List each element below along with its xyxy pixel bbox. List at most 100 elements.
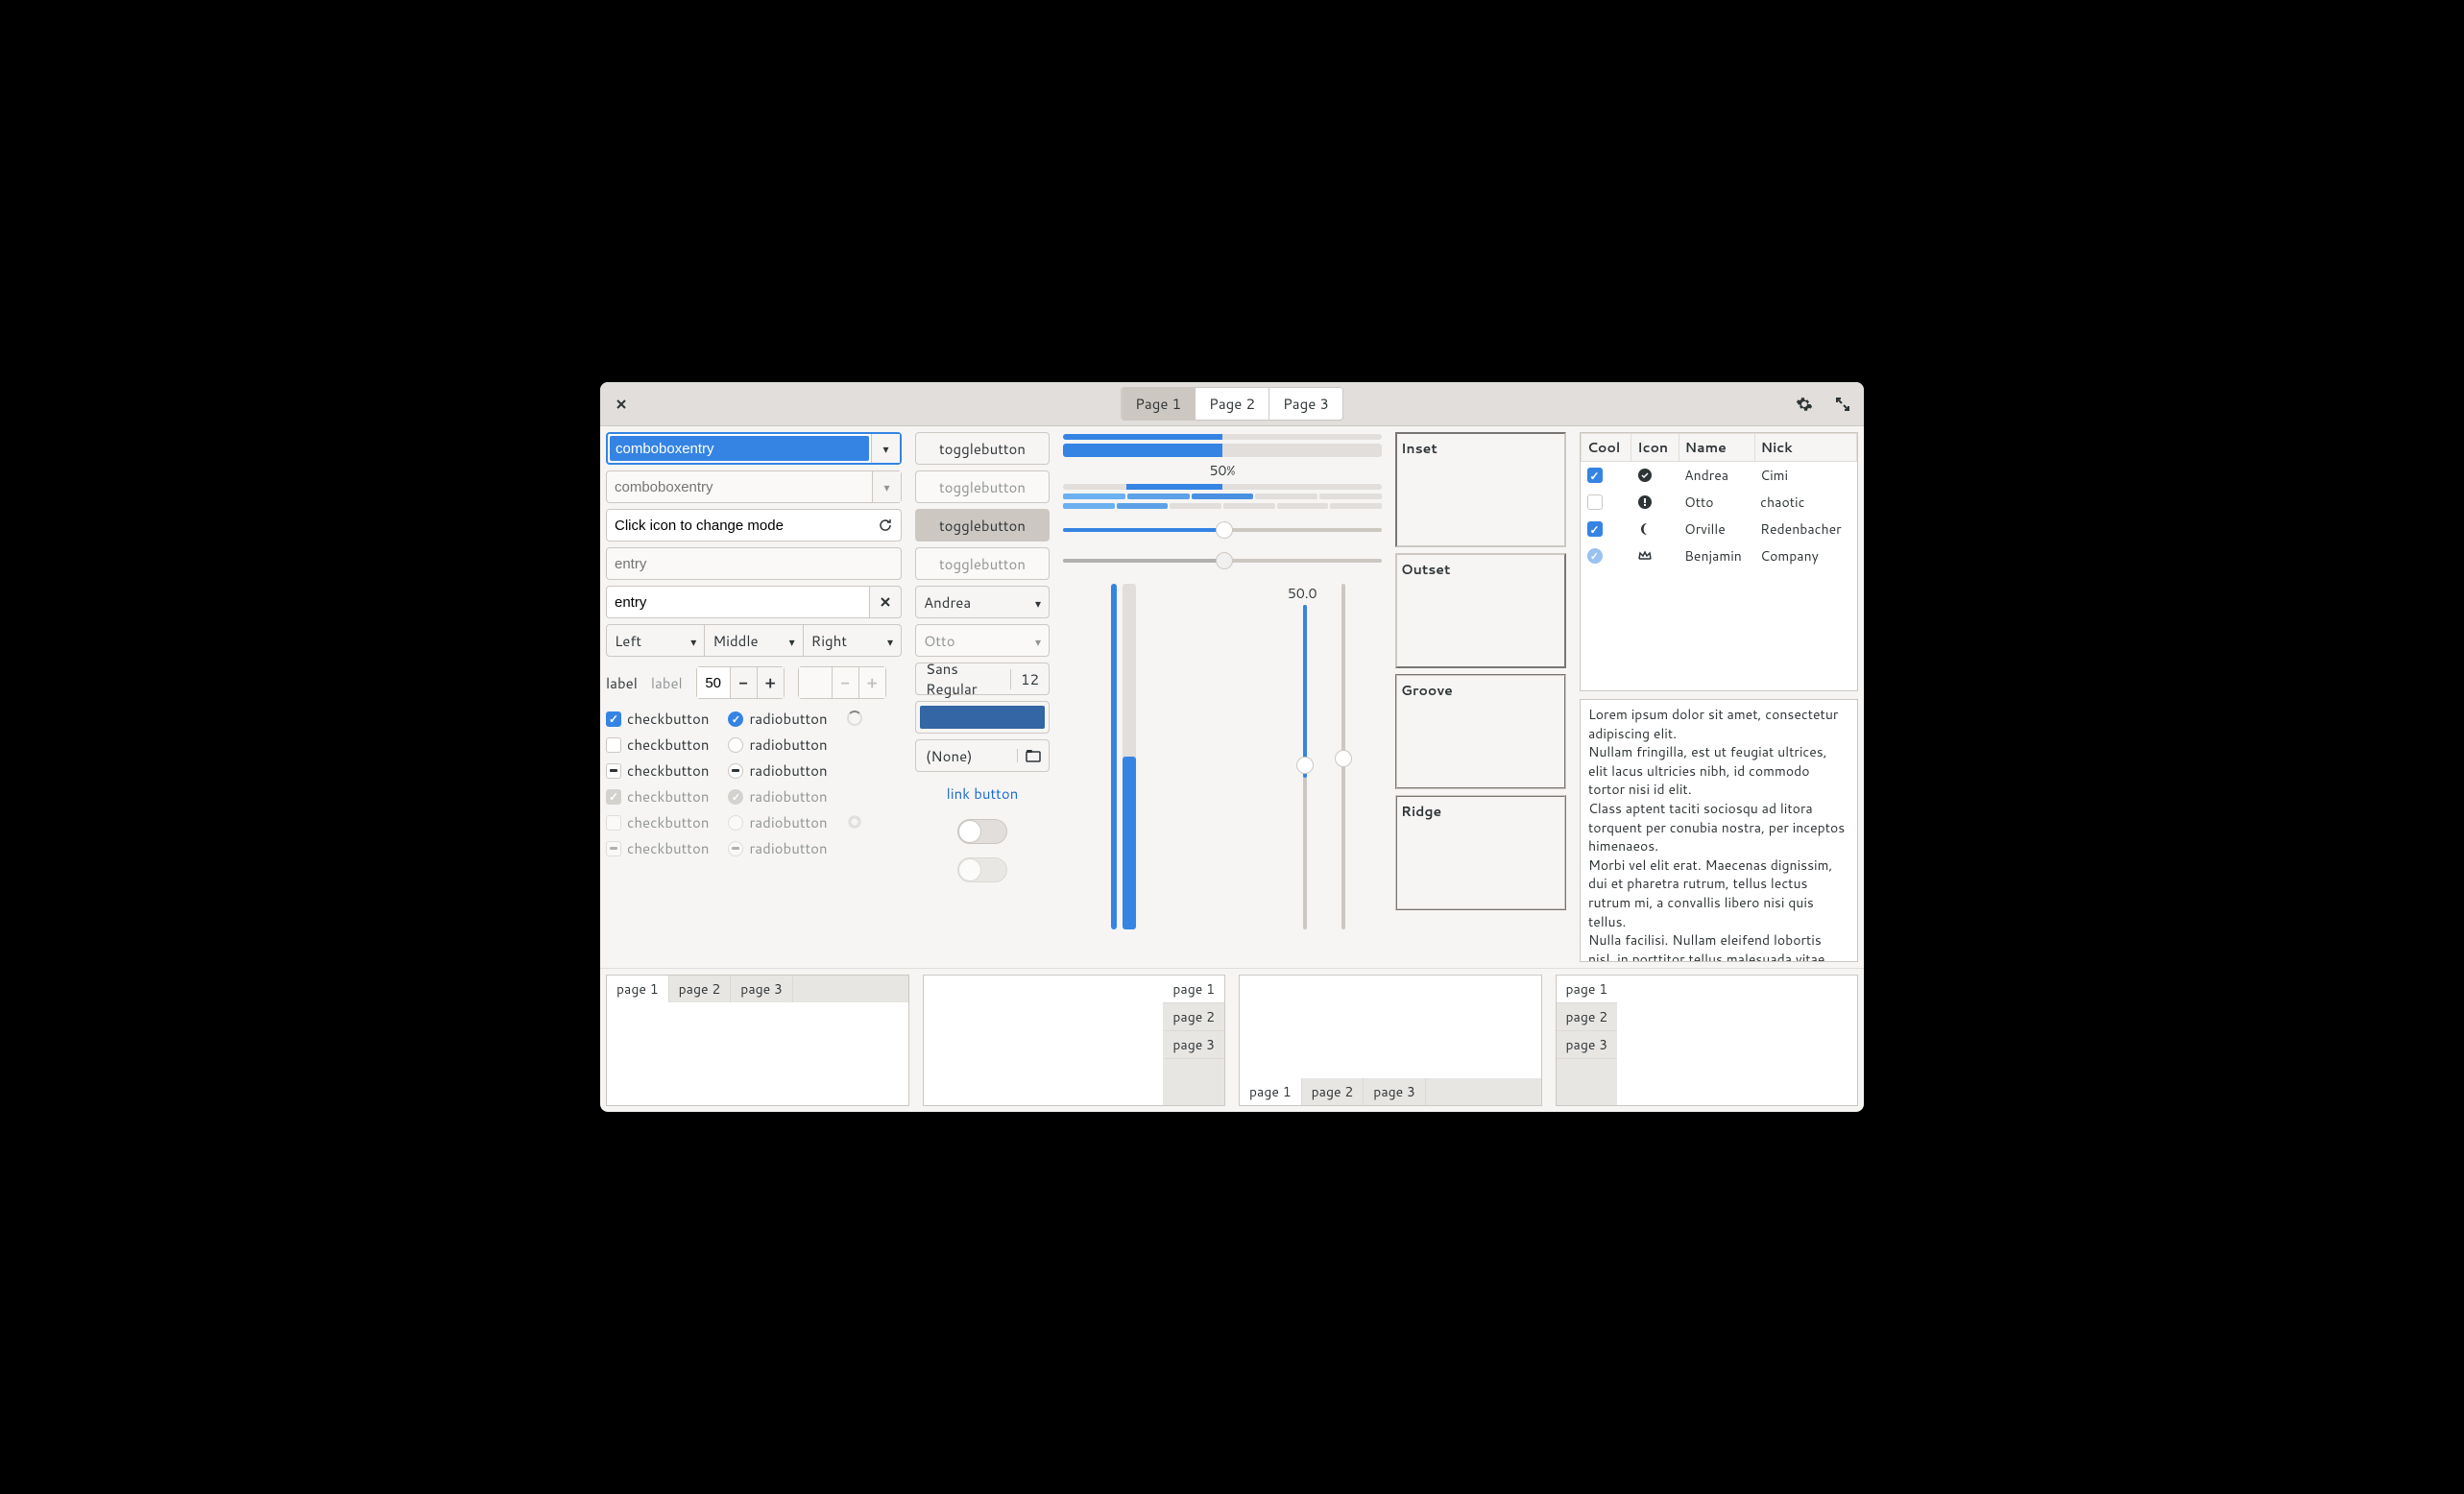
tab-page-1[interactable]: Page 1 [1122, 388, 1196, 420]
comboboxentry-1-arrow[interactable] [871, 434, 900, 463]
vscale-1[interactable]: 50.0 [1295, 584, 1315, 929]
spin-minus-disabled: − [832, 667, 858, 698]
switch-1[interactable] [957, 819, 1007, 844]
spinbutton-input[interactable] [697, 667, 730, 698]
tab-page-3[interactable]: Page 3 [1269, 388, 1342, 420]
check-1[interactable]: checkbutton [606, 709, 709, 729]
select-left[interactable]: Left [606, 624, 705, 657]
spinbutton[interactable]: − + [696, 666, 785, 699]
nb1-tab2[interactable]: page 2 [669, 976, 732, 1002]
togglebutton-3[interactable]: togglebutton [915, 509, 1050, 542]
color-button[interactable] [915, 701, 1050, 734]
col-cool[interactable]: Cool [1582, 434, 1631, 462]
check-6: checkbutton [606, 838, 709, 858]
nb4-tab1[interactable]: page 1 [1557, 976, 1618, 1003]
radio-2[interactable]: radiobutton [728, 735, 827, 755]
select-middle[interactable]: Middle [705, 624, 803, 657]
file-button[interactable]: (None) [915, 739, 1050, 772]
spin-plus[interactable]: + [757, 667, 784, 698]
frame-inset: Inset [1395, 432, 1566, 547]
row-check[interactable] [1587, 494, 1603, 510]
row-icon [1631, 462, 1679, 490]
app-window: Page 1 Page 2 Page 3 [600, 382, 1864, 1112]
row-nick: chaotic [1754, 489, 1856, 516]
comboboxentry-1[interactable] [606, 432, 902, 465]
col-name[interactable]: Name [1679, 434, 1754, 462]
row-check[interactable] [1587, 468, 1603, 483]
font-button[interactable]: Sans Regular12 [915, 663, 1050, 695]
entry-with-clear [606, 586, 902, 618]
notebook-right: page 1 page 2 page 3 [923, 975, 1226, 1106]
nb2-tab3[interactable]: page 3 [1163, 1031, 1224, 1059]
refresh-icon[interactable] [878, 518, 893, 533]
row-check[interactable] [1587, 521, 1603, 537]
table-row[interactable]: Ottochaotic [1582, 489, 1857, 516]
clear-button[interactable] [869, 586, 902, 618]
spin-plus-disabled: + [858, 667, 885, 698]
row-name: Benjamin [1679, 542, 1754, 569]
nb4-tab2[interactable]: page 2 [1557, 1003, 1618, 1031]
levelbar-2 [1063, 503, 1382, 509]
check-2[interactable]: checkbutton [606, 735, 709, 755]
comboboxentry-2-arrow [872, 471, 901, 502]
row-check[interactable] [1587, 548, 1603, 564]
comboboxentry-2 [606, 470, 902, 503]
comboboxentry-1-input[interactable] [610, 436, 869, 461]
table-row[interactable]: BenjaminCompany [1582, 542, 1857, 569]
row-icon [1631, 489, 1679, 516]
radio-5: radiobutton [728, 812, 827, 832]
check-5: checkbutton [606, 812, 709, 832]
nb3-tab2[interactable]: page 2 [1302, 1078, 1365, 1105]
frame-outset: Outset [1395, 553, 1566, 668]
radio-1[interactable]: radiobutton [728, 709, 827, 729]
treeview[interactable]: Cool Icon Name Nick AndreaCimiOttochaoti… [1580, 432, 1858, 691]
row-nick: Redenbacher [1754, 516, 1856, 542]
close-icon [616, 398, 627, 410]
scale-thumb[interactable] [1216, 521, 1233, 539]
fullscreen-button[interactable] [1829, 391, 1856, 418]
column-frames: Inset Outset Groove Ridge [1395, 432, 1566, 962]
close-button[interactable] [608, 391, 635, 418]
radio-6: radiobutton [728, 838, 827, 858]
progressbar-3 [1063, 484, 1382, 490]
check-3[interactable]: checkbutton [606, 760, 709, 781]
vprogress-1 [1111, 584, 1117, 929]
nb2-tab1[interactable]: page 1 [1163, 976, 1224, 1003]
select-right[interactable]: Right [804, 624, 902, 657]
nb4-tab3[interactable]: page 3 [1557, 1031, 1618, 1059]
mode-entry-input[interactable] [615, 518, 872, 534]
togglebutton-4: togglebutton [915, 547, 1050, 580]
table-row[interactable]: AndreaCimi [1582, 462, 1857, 490]
spinbutton-disabled: − + [798, 666, 886, 699]
nb1-tab1[interactable]: page 1 [607, 976, 669, 1002]
textview[interactable]: Lorem ipsum dolor sit amet, consectetur … [1580, 699, 1858, 962]
vscale-2[interactable] [1334, 584, 1353, 929]
tab-page-2[interactable]: Page 2 [1196, 388, 1269, 420]
nb2-tab2[interactable]: page 2 [1163, 1003, 1224, 1031]
row-icon [1631, 516, 1679, 542]
link-button[interactable]: link button [915, 778, 1050, 809]
frame-groove: Groove [1395, 674, 1566, 789]
row-name: Otto [1679, 489, 1754, 516]
nb1-tab3[interactable]: page 3 [731, 976, 793, 1002]
levelbar-1 [1063, 494, 1382, 499]
entry-input[interactable] [615, 594, 861, 611]
settings-button[interactable] [1791, 391, 1818, 418]
vprogress-2 [1123, 584, 1136, 929]
mode-entry[interactable] [606, 509, 902, 542]
nb3-tab1[interactable]: page 1 [1240, 1078, 1302, 1105]
radio-4: radiobutton [728, 786, 827, 807]
radio-3[interactable]: radiobutton [728, 760, 827, 781]
nb3-tab3[interactable]: page 3 [1364, 1078, 1426, 1105]
table-row[interactable]: OrvilleRedenbacher [1582, 516, 1857, 542]
column-scales: 50% 50.0 [1063, 432, 1382, 962]
spin-minus[interactable]: − [730, 667, 757, 698]
combobox-andrea[interactable]: Andrea [915, 586, 1050, 618]
col-icon[interactable]: Icon [1631, 434, 1679, 462]
scale-horizontal-1[interactable] [1063, 520, 1382, 540]
col-nick[interactable]: Nick [1754, 434, 1856, 462]
column-data: Cool Icon Name Nick AndreaCimiOttochaoti… [1580, 432, 1858, 962]
scale-thumb-disabled [1216, 552, 1233, 569]
togglebutton-1[interactable]: togglebutton [915, 432, 1050, 465]
column-buttons: togglebutton togglebutton togglebutton t… [915, 432, 1050, 962]
